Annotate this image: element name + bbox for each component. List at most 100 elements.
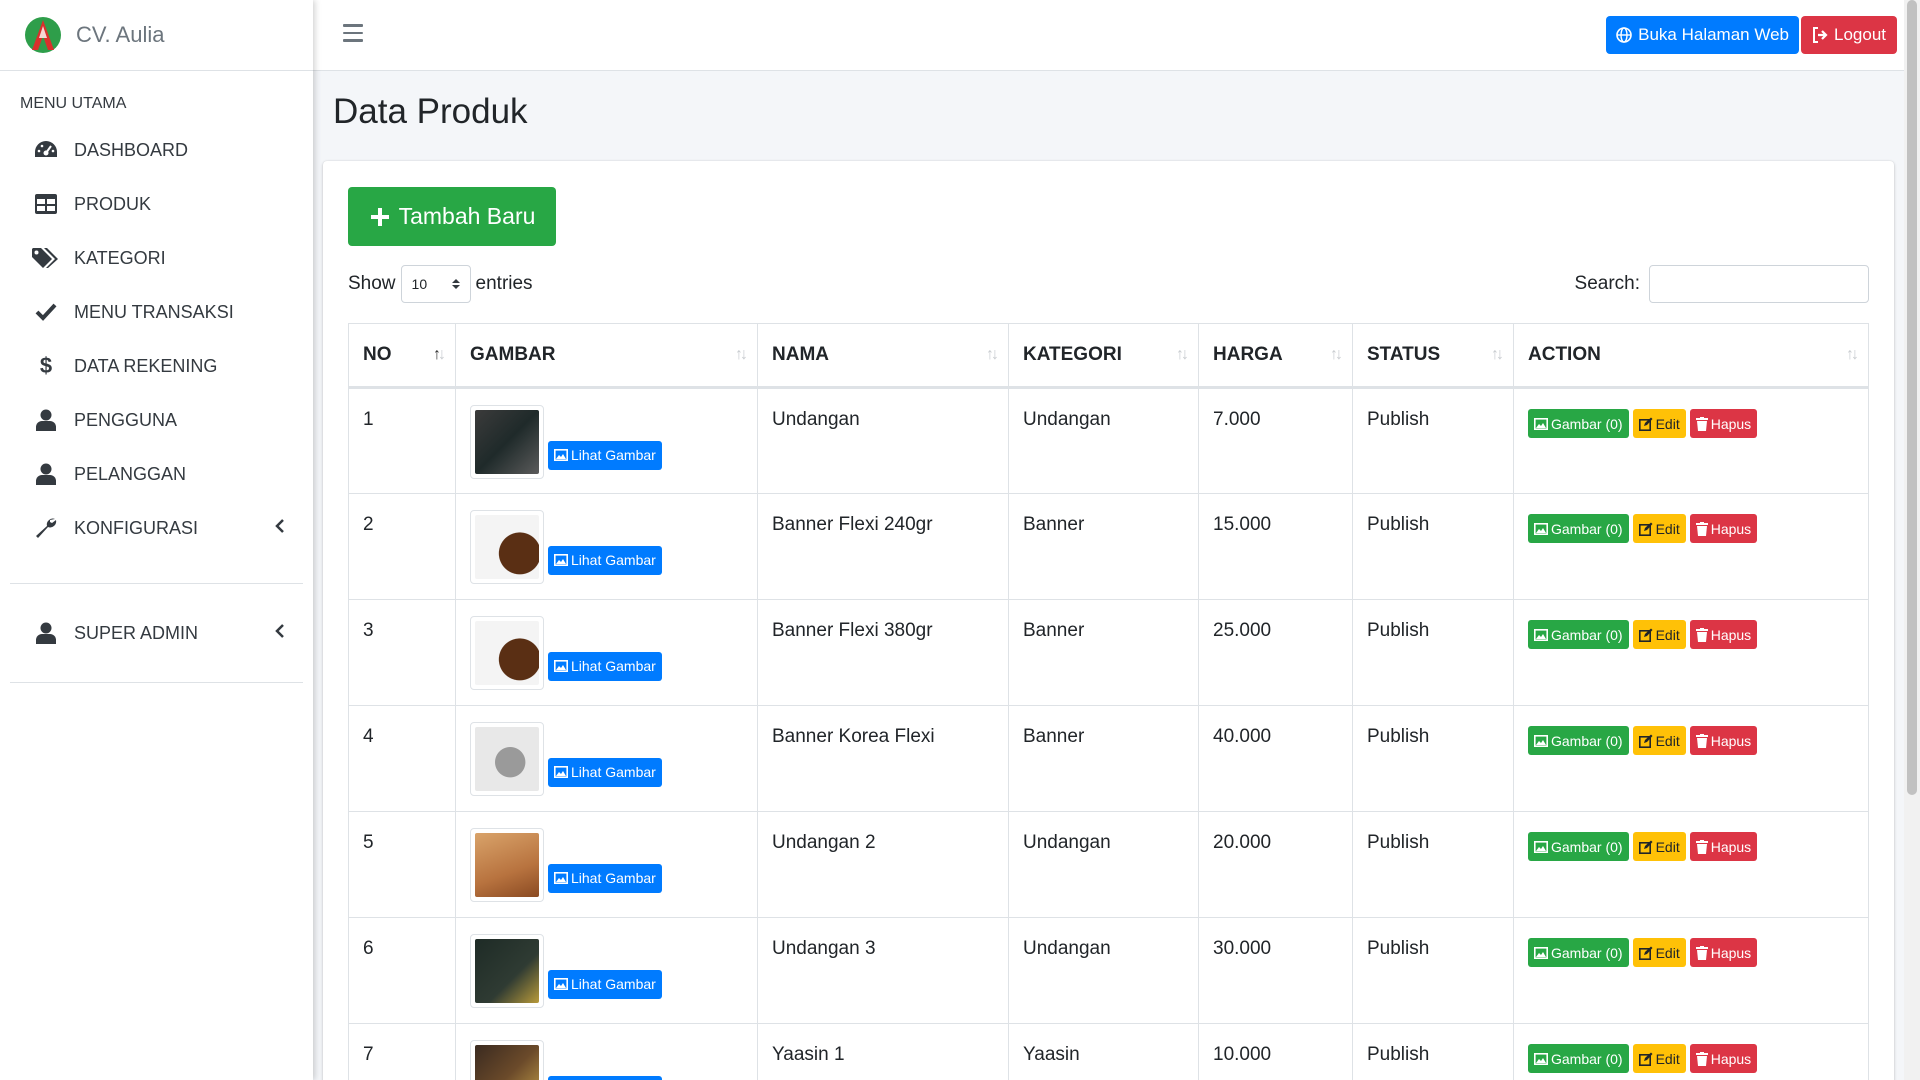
delete-button[interactable]: Hapus — [1689, 409, 1758, 438]
table-row: 3 Lihat Gambar Banner Flexi 380gr Banner… — [348, 599, 1869, 706]
sign-out-icon — [1813, 27, 1828, 43]
entries-select[interactable]: 10 — [400, 265, 471, 303]
page-scrollbar[interactable] — [1904, 0, 1920, 1080]
delete-button[interactable]: Hapus — [1689, 938, 1758, 967]
entries-length-control: Show 10 entries — [348, 265, 533, 303]
table-row: 1 Lihat Gambar Undangan Undangan 7.000 P… — [348, 387, 1869, 494]
sidebar-item-produk[interactable]: PRODUK — [0, 177, 313, 231]
search-input[interactable] — [1649, 265, 1869, 303]
view-image-button[interactable]: Lihat Gambar — [548, 969, 662, 999]
sort-icon: ↑↓ — [735, 346, 748, 363]
cell-kategori: Undangan — [1008, 387, 1199, 494]
sidebar-item-pengguna[interactable]: PENGGUNA — [0, 393, 313, 447]
product-thumbnail[interactable] — [470, 1040, 544, 1080]
gallery-button[interactable]: Gambar (0) — [1528, 620, 1629, 649]
image-icon — [1534, 417, 1548, 430]
edit-button[interactable]: Edit — [1632, 514, 1686, 543]
sort-icon: ↑↓ — [1491, 346, 1504, 363]
product-thumbnail[interactable] — [470, 510, 544, 584]
edit-button[interactable]: Edit — [1632, 620, 1686, 649]
product-thumbnail[interactable] — [470, 405, 544, 479]
sort-icon: ↑↓ — [1330, 346, 1343, 363]
view-image-label: Lihat Gambar — [571, 764, 656, 780]
tags-icon — [32, 244, 60, 272]
product-thumbnail[interactable] — [470, 722, 544, 796]
product-thumbnail[interactable] — [470, 616, 544, 690]
cell-harga: 25.000 — [1198, 599, 1353, 706]
sort-icon: ↑↓ — [1846, 346, 1859, 363]
delete-button[interactable]: Hapus — [1689, 620, 1758, 649]
column-header-gambar[interactable]: GAMBAR ↑↓ — [455, 323, 758, 389]
dollar-icon: $ — [39, 353, 53, 378]
sidebar-item-dashboard[interactable]: DASHBOARD — [0, 123, 313, 177]
gallery-button[interactable]: Gambar (0) — [1528, 938, 1629, 967]
image-icon — [1534, 522, 1548, 535]
gallery-button[interactable]: Gambar (0) — [1528, 409, 1629, 438]
sidebar-item-pelanggan[interactable]: PELANGGAN — [0, 447, 313, 501]
sidebar-item-menu-transaksi[interactable]: MENU TRANSAKSI — [0, 285, 313, 339]
view-image-button[interactable]: Lihat Gambar — [548, 440, 662, 470]
delete-button[interactable]: Hapus — [1689, 832, 1758, 861]
hamburger-menu-icon[interactable] — [343, 24, 363, 46]
view-image-label: Lihat Gambar — [571, 870, 656, 886]
cell-harga: 15.000 — [1198, 493, 1353, 600]
edit-button[interactable]: Edit — [1632, 832, 1686, 861]
gallery-button[interactable]: Gambar (0) — [1528, 832, 1629, 861]
cell-kategori: Undangan — [1008, 917, 1199, 1024]
logout-button[interactable]: Logout — [1801, 16, 1897, 54]
sidebar-item-data-rekening[interactable]: $ DATA REKENING — [0, 339, 313, 393]
open-website-label: Buka Halaman Web — [1638, 25, 1789, 44]
delete-button[interactable]: Hapus — [1689, 1044, 1758, 1073]
sidebar-item-super-admin[interactable]: SUPER ADMIN — [0, 606, 313, 660]
scrollbar-thumb[interactable] — [1907, 0, 1917, 795]
cell-action: Gambar (0) Edit Hapus — [1513, 1023, 1869, 1080]
cell-status: Publish — [1352, 387, 1514, 494]
column-header-harga[interactable]: HARGA ↑↓ — [1198, 323, 1353, 389]
gallery-button[interactable]: Gambar (0) — [1528, 726, 1629, 755]
user-icon — [32, 406, 60, 434]
edit-button[interactable]: Edit — [1632, 938, 1686, 967]
delete-button[interactable]: Hapus — [1689, 514, 1758, 543]
edit-button[interactable]: Edit — [1632, 726, 1686, 755]
add-new-button[interactable]: Tambah Baru — [348, 187, 556, 246]
sidebar-item-kategori[interactable]: KATEGORI — [0, 231, 313, 285]
cell-kategori: Banner — [1008, 599, 1199, 706]
view-image-button[interactable]: Lihat Gambar — [548, 757, 662, 787]
edit-icon — [1638, 417, 1653, 431]
cell-harga: 30.000 — [1198, 917, 1353, 1024]
image-icon — [1534, 628, 1548, 641]
delete-button[interactable]: Hapus — [1689, 726, 1758, 755]
cell-nama: Undangan — [757, 387, 1009, 494]
edit-button[interactable]: Edit — [1632, 1044, 1686, 1073]
cell-nama: Banner Korea Flexi — [757, 705, 1009, 812]
column-header-kategori[interactable]: KATEGORI ↑↓ — [1008, 323, 1199, 389]
image-icon — [554, 449, 568, 461]
logout-label: Logout — [1834, 25, 1886, 44]
open-website-button[interactable]: Buka Halaman Web — [1606, 16, 1799, 54]
gallery-button[interactable]: Gambar (0) — [1528, 514, 1629, 543]
view-image-button[interactable]: Lihat Gambar — [548, 863, 662, 893]
sidebar-item-label: PELANGGAN — [74, 463, 187, 484]
table-row: 5 Lihat Gambar Undangan 2 Undangan 20.00… — [348, 811, 1869, 918]
gallery-button[interactable]: Gambar (0) — [1528, 1044, 1629, 1073]
cell-gambar: Lihat Gambar — [455, 1023, 758, 1080]
view-image-button[interactable]: Lihat Gambar — [548, 651, 662, 681]
product-thumbnail[interactable] — [470, 828, 544, 902]
sidebar: CV. Aulia MENU UTAMA DASHBOARD PRODUK KA… — [0, 0, 313, 1080]
column-header-nama[interactable]: NAMA ↑↓ — [757, 323, 1009, 389]
sidebar-item-konfigurasi[interactable]: KONFIGURASI — [0, 501, 313, 555]
view-image-button[interactable]: Lihat Gambar — [548, 545, 662, 575]
product-thumbnail[interactable] — [470, 934, 544, 1008]
cell-gambar: Lihat Gambar — [455, 917, 758, 1024]
tachometer-icon — [32, 136, 60, 164]
column-header-no[interactable]: NO ↑↓ — [348, 323, 456, 389]
brand[interactable]: CV. Aulia — [0, 0, 313, 71]
cell-nama: Yaasin 1 — [757, 1023, 1009, 1080]
cell-action: Gambar (0) Edit Hapus — [1513, 599, 1869, 706]
edit-button[interactable]: Edit — [1632, 409, 1686, 438]
column-header-status[interactable]: STATUS ↑↓ — [1352, 323, 1514, 389]
cell-kategori: Banner — [1008, 493, 1199, 600]
view-image-button[interactable]: Lihat Gambar — [548, 1075, 662, 1080]
column-header-action[interactable]: ACTION ↑↓ — [1513, 323, 1869, 389]
table-row: 2 Lihat Gambar Banner Flexi 240gr Banner… — [348, 493, 1869, 600]
